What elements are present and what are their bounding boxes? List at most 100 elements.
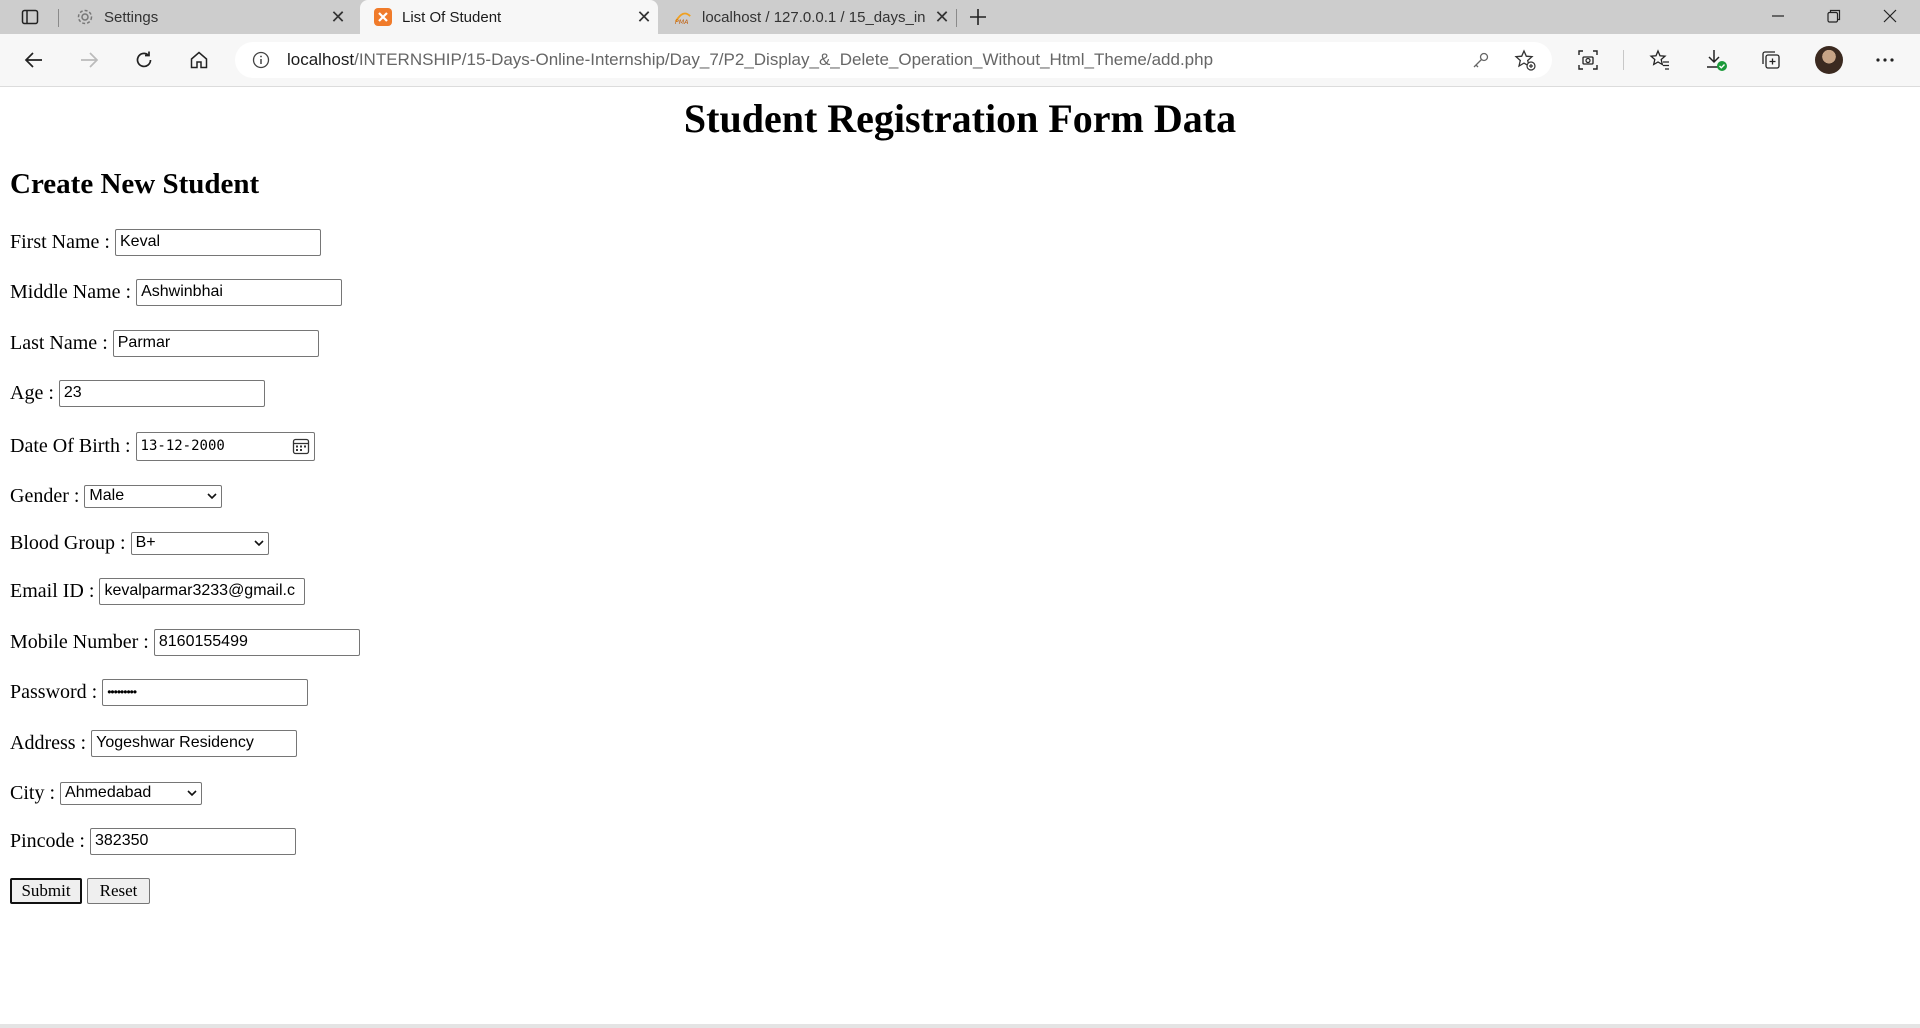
- dob-input[interactable]: 13-12-2000: [135, 431, 315, 461]
- password-label: Password :: [10, 680, 98, 703]
- blood-group-row: Blood Group : B+: [10, 528, 269, 558]
- home-button[interactable]: [183, 44, 215, 76]
- submit-button[interactable]: Submit: [10, 878, 82, 904]
- add-favorite-icon[interactable]: [1511, 46, 1539, 74]
- chevron-down-icon: [253, 540, 264, 547]
- more-options-icon: [1876, 58, 1894, 62]
- tab-separator: [58, 9, 59, 27]
- address-bar[interactable]: localhost/INTERNSHIP/15-Days-Online-Inte…: [235, 42, 1552, 78]
- refresh-button[interactable]: [128, 44, 160, 76]
- city-select[interactable]: Ahmedabad: [60, 781, 203, 805]
- tab-actions-icon: [21, 9, 39, 25]
- email-label: Email ID :: [10, 579, 95, 602]
- blood-group-select[interactable]: B+: [130, 531, 269, 555]
- download-icon: [1707, 50, 1727, 71]
- tab-title: Settings: [104, 8, 159, 26]
- minimize-button[interactable]: [1750, 0, 1806, 32]
- last-name-row: Last Name : Parmar: [10, 328, 319, 358]
- password-row: Password : •••••••••: [10, 677, 309, 707]
- gender-label: Gender :: [10, 484, 80, 507]
- first-name-label: First Name :: [10, 230, 110, 253]
- favorites-icon: [1649, 49, 1669, 70]
- settings-menu-button[interactable]: [1869, 44, 1901, 76]
- back-button[interactable]: [18, 44, 50, 76]
- close-window-button[interactable]: [1862, 0, 1918, 32]
- collections-button[interactable]: [1755, 44, 1787, 76]
- tab-strip: Settings ✕ List Of Student ✕ PMA localho…: [0, 0, 1920, 34]
- middle-name-label: Middle Name :: [10, 280, 132, 303]
- toolbar-separator: [1623, 50, 1624, 70]
- age-label: Age :: [10, 381, 54, 404]
- info-icon[interactable]: [249, 48, 273, 72]
- browser-toolbar: localhost/INTERNSHIP/15-Days-Online-Inte…: [0, 34, 1920, 87]
- last-name-input[interactable]: Parmar: [112, 329, 319, 357]
- new-tab-button[interactable]: [964, 3, 992, 31]
- tab-list-of-student[interactable]: List Of Student ✕: [360, 0, 658, 34]
- password-input[interactable]: •••••••••: [102, 678, 309, 706]
- back-arrow-icon: [24, 52, 42, 68]
- url-path: /INTERNSHIP/15-Days-Online-Internship/Da…: [354, 50, 1214, 69]
- calendar-icon[interactable]: [292, 437, 310, 455]
- minimize-icon: [1772, 15, 1784, 17]
- camera-icon: [1578, 50, 1598, 70]
- home-icon: [190, 51, 208, 69]
- close-tab-icon[interactable]: ✕: [324, 3, 352, 31]
- age-row: Age : 23: [10, 378, 265, 408]
- middle-name-input[interactable]: Ashwinbhai: [136, 278, 343, 306]
- tab-phpmyadmin[interactable]: PMA localhost / 127.0.0.1 / 15_days_in ✕: [660, 0, 956, 34]
- mobile-row: Mobile Number : 8160155499: [10, 627, 360, 657]
- tab-title: localhost / 127.0.0.1 / 15_days_in: [702, 8, 926, 26]
- pincode-label: Pincode :: [10, 829, 85, 852]
- restore-button[interactable]: [1806, 0, 1862, 32]
- phpmyadmin-icon: PMA: [674, 8, 692, 26]
- restore-icon: [1827, 9, 1841, 23]
- chevron-down-icon: [187, 790, 197, 797]
- collections-icon: [1762, 51, 1780, 69]
- dob-value: 13-12-2000: [140, 438, 225, 454]
- mobile-label: Mobile Number :: [10, 630, 149, 653]
- email-input[interactable]: kevalparmar3233@gmail.c: [99, 577, 306, 605]
- plus-icon: [970, 9, 986, 25]
- gender-row: Gender : Male: [10, 481, 223, 511]
- blood-group-label: Blood Group :: [10, 531, 126, 554]
- favorites-button[interactable]: [1644, 44, 1676, 76]
- forward-button[interactable]: [73, 44, 105, 76]
- first-name-input[interactable]: Keval: [115, 228, 321, 256]
- forward-arrow-icon: [81, 52, 99, 68]
- page-title: Student Registration Form Data: [683, 96, 1237, 141]
- profile-avatar[interactable]: [1815, 46, 1843, 74]
- page-content: Student Registration Form Data Create Ne…: [0, 87, 1920, 1028]
- tab-title: List Of Student: [402, 8, 502, 26]
- city-value: Ahmedabad: [65, 784, 152, 801]
- downloads-button[interactable]: [1700, 44, 1732, 76]
- close-icon: [1883, 9, 1897, 23]
- address-label: Address :: [10, 731, 87, 754]
- dob-label: Date Of Birth :: [10, 434, 131, 457]
- close-tab-icon[interactable]: ✕: [928, 3, 956, 31]
- pincode-input[interactable]: 382350: [90, 827, 296, 855]
- refresh-icon: [136, 51, 152, 68]
- last-name-label: Last Name :: [10, 331, 108, 354]
- age-input[interactable]: 23: [58, 379, 265, 407]
- email-row: Email ID : kevalparmar3233@gmail.c: [10, 576, 306, 606]
- mobile-input[interactable]: 8160155499: [153, 628, 360, 656]
- city-row: City : Ahmedabad: [10, 778, 203, 808]
- city-label: City :: [10, 781, 56, 804]
- xampp-icon: [374, 8, 392, 26]
- address-input[interactable]: Yogeshwar Residency: [91, 729, 298, 757]
- chevron-down-icon: [207, 493, 217, 500]
- tab-settings[interactable]: Settings ✕: [62, 0, 352, 34]
- section-title: Create New Student: [10, 168, 260, 200]
- gear-icon: [76, 8, 94, 26]
- url-text: localhost/INTERNSHIP/15-Days-Online-Inte…: [287, 50, 1213, 70]
- middle-name-row: Middle Name : Ashwinbhai: [10, 277, 343, 307]
- close-tab-icon[interactable]: ✕: [630, 3, 658, 31]
- pincode-row: Pincode : 382350: [10, 826, 296, 856]
- gender-select[interactable]: Male: [84, 484, 223, 508]
- screenshot-button[interactable]: [1572, 44, 1604, 76]
- key-icon[interactable]: [1467, 46, 1495, 74]
- tab-actions-button[interactable]: [10, 3, 50, 31]
- reset-button[interactable]: Reset: [87, 878, 150, 904]
- gender-value: Male: [89, 487, 125, 504]
- tab-separator: [956, 9, 957, 27]
